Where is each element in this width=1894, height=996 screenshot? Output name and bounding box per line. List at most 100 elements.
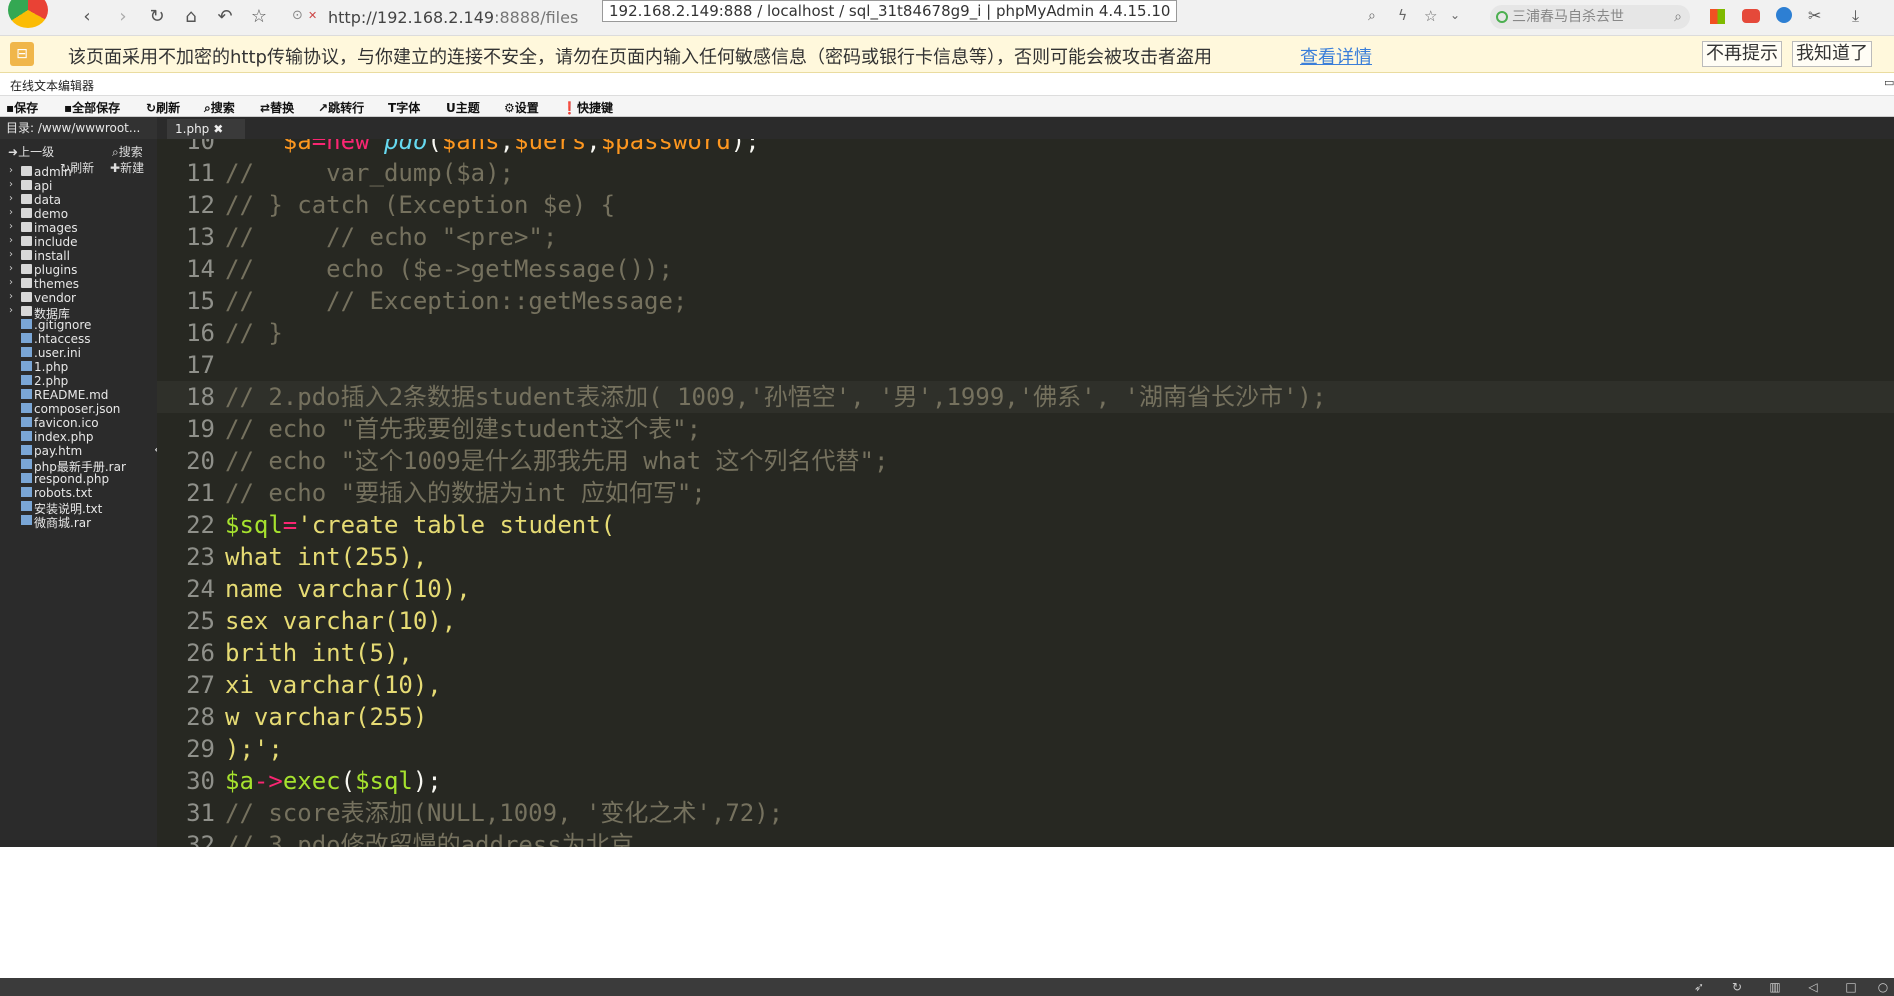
search-input[interactable]: 三浦春马自杀去世 ⌕: [1490, 5, 1690, 29]
tree-folder[interactable]: › demo: [0, 207, 157, 221]
chevron-right-icon[interactable]: ›: [9, 221, 13, 232]
undo-icon[interactable]: ↶: [214, 6, 236, 28]
chevron-right-icon[interactable]: ›: [9, 291, 13, 302]
tree-file[interactable]: .htaccess: [0, 332, 157, 346]
search-icon[interactable]: ⌕: [1674, 5, 1682, 29]
got-it-button[interactable]: 我知道了: [1792, 41, 1872, 67]
code-line: 29);';: [186, 735, 283, 763]
tree-search-button[interactable]: ⌕搜索: [112, 143, 143, 160]
tree-folder[interactable]: › install: [0, 249, 157, 263]
url-text[interactable]: http://192.168.2.149:8888/files: [328, 8, 578, 27]
chevron-right-icon[interactable]: ›: [9, 249, 13, 260]
chevron-right-icon[interactable]: ›: [9, 263, 13, 274]
scissors-icon[interactable]: ✂: [1808, 6, 1821, 25]
bookmark-star-icon[interactable]: ☆: [248, 6, 270, 28]
save-all-button[interactable]: ▪全部保存: [64, 99, 120, 116]
extension-icon[interactable]: [1776, 7, 1792, 23]
theme-button[interactable]: U主题: [446, 99, 480, 116]
tree-item-label: .gitignore: [34, 318, 92, 333]
tree-file[interactable]: pay.htm: [0, 444, 157, 458]
chevron-right-icon[interactable]: ›: [9, 179, 13, 190]
tree-item-label: plugins: [34, 262, 78, 277]
tree-item-label: api: [34, 178, 53, 193]
code-editor[interactable]: 10 $a=new pdo($ans,$uers,$password); 11/…: [157, 139, 1894, 847]
chevron-right-icon[interactable]: ›: [9, 165, 13, 176]
chevron-right-icon[interactable]: ›: [9, 305, 13, 316]
chevron-right-icon[interactable]: ›: [9, 193, 13, 204]
settings-button[interactable]: ⚙设置: [504, 99, 539, 116]
tab-1-php[interactable]: 1.php ✖: [167, 119, 245, 139]
details-link[interactable]: 查看详情: [1300, 43, 1372, 69]
tree-folder[interactable]: › api: [0, 179, 157, 193]
folder-icon: [21, 249, 32, 260]
refresh-button[interactable]: ↻刷新: [146, 99, 180, 116]
replace-button[interactable]: ⇄替换: [260, 99, 294, 116]
window-icon[interactable]: □: [1844, 980, 1858, 994]
tree-file[interactable]: favicon.ico: [0, 416, 157, 430]
chevron-right-icon[interactable]: ›: [9, 235, 13, 246]
search-button[interactable]: ⌕搜索: [204, 99, 235, 116]
close-tab-icon[interactable]: ✖: [213, 122, 223, 136]
sync-icon[interactable]: ↻: [1730, 980, 1744, 994]
zoom-icon[interactable]: ⌕: [1368, 8, 1376, 24]
up-level-button[interactable]: ➜上一级: [8, 143, 54, 160]
circle-icon[interactable]: ○: [1876, 980, 1890, 994]
game-icon[interactable]: [1742, 9, 1760, 23]
code-line: 28 w varchar(255): [186, 703, 428, 731]
tree-folder[interactable]: › 数据库: [0, 305, 157, 321]
chevron-right-icon[interactable]: ›: [9, 277, 13, 288]
warning-text: 该页面采用不加密的http传输协议，与你建立的连接不安全，请勿在页面内输入任何敏…: [68, 47, 1212, 68]
tree-folder[interactable]: › themes: [0, 277, 157, 291]
tree-file[interactable]: 微商城.rar: [0, 514, 157, 530]
tree-file[interactable]: 安装说明.txt: [0, 500, 157, 516]
save-button[interactable]: ▪保存: [6, 99, 38, 116]
flash-icon[interactable]: ϟ: [1398, 8, 1407, 24]
folder-icon: [21, 263, 32, 274]
volume-icon[interactable]: ◁: [1806, 980, 1820, 994]
file-icon: [21, 445, 32, 455]
favorite-icon[interactable]: ☆: [1424, 7, 1437, 25]
back-icon[interactable]: ‹: [76, 6, 98, 28]
font-button[interactable]: T字体: [388, 99, 420, 116]
tree-file[interactable]: php最新手册.rar: [0, 458, 157, 474]
tree-item-label: 2.php: [34, 374, 69, 389]
browser-toolbar: ‹ › ↻ ⌂ ↶ ☆ ⊙ ✕ http://192.168.2.149:888…: [0, 0, 1894, 36]
tree-item-label: images: [34, 220, 78, 235]
insecure-icon: ✕: [308, 9, 318, 22]
tree-file[interactable]: index.php: [0, 430, 157, 444]
code-line: 25 sex varchar(10),: [186, 607, 457, 635]
tree-folder[interactable]: › images: [0, 221, 157, 235]
reload-icon[interactable]: ↻: [146, 6, 168, 28]
tree-item-label: data: [34, 192, 62, 207]
folder-icon: [21, 193, 32, 204]
tree-folder[interactable]: › vendor: [0, 291, 157, 305]
taskbar: ➶ ↻ ▥ ◁ □ ○: [0, 978, 1894, 996]
maximize-icon[interactable]: ▭: [1884, 76, 1894, 89]
tree-file[interactable]: 1.php: [0, 360, 157, 374]
tree-file[interactable]: 2.php: [0, 374, 157, 388]
home-icon[interactable]: ⌂: [180, 6, 202, 28]
shortcuts-button[interactable]: ❗快捷键: [562, 99, 613, 116]
tree-file[interactable]: README.md: [0, 388, 157, 402]
tree-file[interactable]: robots.txt: [0, 486, 157, 500]
tree-folder[interactable]: › data: [0, 193, 157, 207]
file-icon: [21, 403, 32, 414]
tree-folder[interactable]: › plugins: [0, 263, 157, 277]
tree-file[interactable]: respond.php: [0, 472, 157, 486]
chevron-down-icon[interactable]: ⌄: [1450, 8, 1460, 22]
tree-folder[interactable]: › include: [0, 235, 157, 249]
tree-file[interactable]: composer.json: [0, 402, 157, 416]
forward-icon[interactable]: ›: [112, 6, 134, 28]
dont-show-button[interactable]: 不再提示: [1702, 41, 1782, 67]
trash-icon[interactable]: ▥: [1768, 980, 1782, 994]
download-icon[interactable]: ⤓: [1852, 6, 1859, 26]
rocket-icon[interactable]: ➶: [1692, 980, 1706, 994]
apps-grid-icon[interactable]: [1710, 9, 1725, 24]
chevron-right-icon[interactable]: ›: [9, 207, 13, 218]
tree-folder[interactable]: › admin: [0, 165, 157, 179]
tree-file[interactable]: .user.ini: [0, 346, 157, 360]
browser-logo-icon[interactable]: [8, 0, 48, 28]
shield-icon: ⊙: [292, 8, 303, 23]
goto-line-button[interactable]: ↗跳转行: [318, 99, 364, 116]
tree-file[interactable]: .gitignore: [0, 318, 157, 332]
